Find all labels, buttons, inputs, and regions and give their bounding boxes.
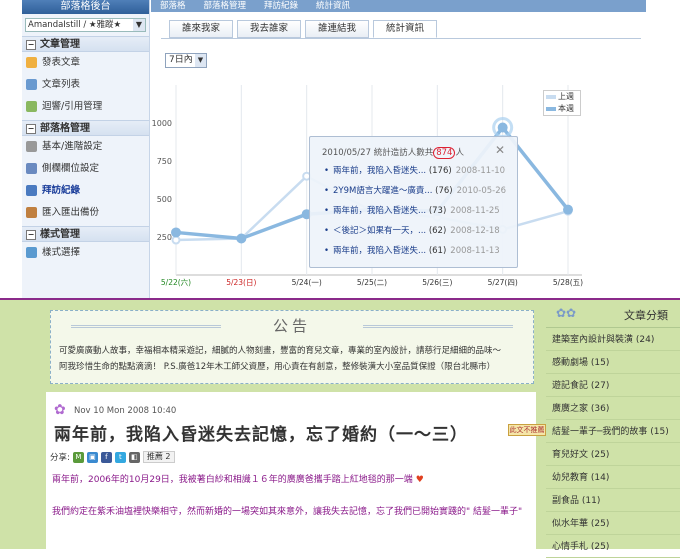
category-item[interactable]: 結髮一輩子─我們的故事 (15)	[546, 420, 680, 443]
category-item[interactable]: 遊記食記 (27)	[546, 374, 680, 397]
category-header: ✿✿ 文章分類	[546, 300, 680, 328]
legend-item: 上週	[544, 91, 580, 103]
tooltip-row[interactable]: • ＜後記＞如果有一天，... (62) 2008-12-18	[310, 221, 517, 241]
tooltip-row-date: 2008-11-13	[450, 246, 500, 256]
tooltip-row-title: 兩年前，我陷入昏迷失...	[333, 166, 427, 176]
push-button[interactable]: 推薦 2	[142, 451, 175, 463]
share-plurk-icon[interactable]: ▣	[86, 451, 98, 463]
legend-label: 本週	[558, 104, 574, 113]
bullet-icon: •	[324, 226, 330, 236]
tooltip-row-count: (76)	[432, 186, 453, 196]
share-bar: 分享: M ▣ f t ◧ 推薦 2	[50, 451, 175, 463]
data-point	[563, 204, 573, 215]
legend-label: 上週	[558, 92, 574, 101]
category-item[interactable]: 副食品 (11)	[546, 489, 680, 512]
notice-title: 公告	[51, 311, 533, 339]
bullet-icon: •	[324, 166, 330, 176]
x-tick-label: 5/22(六)	[161, 277, 191, 287]
category-item[interactable]: 幼兒教育 (14)	[546, 466, 680, 489]
x-tick-label: 5/24(一)	[292, 278, 322, 287]
tooltip-row-title: ＜後記＞如果有一天，...	[333, 226, 427, 236]
post-badge[interactable]: 此文不推薦	[508, 424, 546, 436]
x-tick-label: 5/28(五)	[553, 278, 583, 287]
y-tick-label: 1000	[152, 119, 172, 128]
heart-icon: ♥	[415, 475, 424, 485]
post-paragraph: 我們約定在紫禾油塩裡快樂相守，然而新婚的一場突如其來意外，讓我失去記憶，忘了我們…	[52, 507, 523, 517]
share-twitter-icon[interactable]: t	[114, 451, 126, 463]
y-tick-label: 250	[157, 233, 172, 242]
category-item[interactable]: 似水年華 (25)	[546, 512, 680, 535]
category-list: 建築室內設計與裝潢 (24) 感動劇場 (15) 遊記食記 (27) 廣廣之家 (36…	[546, 328, 680, 558]
data-point	[171, 227, 181, 238]
tooltip-row-date: 2008-11-10	[455, 166, 506, 176]
x-tick-label: 5/23(日)	[226, 278, 256, 287]
legend-swatch	[546, 107, 556, 111]
tooltip-row-title: 2Y9M語言大躍進～廣責...	[333, 186, 433, 196]
tooltip-row-title: 兩年前，我陷入昏迷失...	[333, 246, 427, 256]
x-tick-label: 5/27(四)	[488, 278, 518, 287]
tooltip-row-count: (176)	[426, 166, 452, 176]
tooltip-suffix: 人	[455, 148, 464, 158]
tooltip-row-date: 2008-12-18	[450, 226, 500, 236]
x-tick-label: 5/25(二)	[357, 278, 387, 287]
share-facebook-icon[interactable]: f	[100, 451, 112, 463]
tooltip-list: • 兩年前，我陷入昏迷失... (176) 2008-11-10 • 2Y9M語言大躍進…	[310, 161, 517, 261]
push-count: 2	[165, 452, 171, 461]
notice-body: 可愛廣廣動人故事，幸福相本精采遊記，細膩的人物刻畫，豐富的育兒文章，專業的室內設…	[51, 339, 533, 375]
flower-icon: ✿	[54, 402, 66, 418]
notice-box: 公告 可愛廣廣動人故事，幸福相本精采遊記，細膩的人物刻畫，豐富的育兒文章，專業的…	[50, 310, 534, 384]
tooltip-row-date: 2010-05-26	[456, 186, 507, 196]
tooltip-row[interactable]: • 兩年前，我陷入昏迷失... (73) 2008-11-25	[310, 201, 517, 221]
tooltip-row-count: (73)	[426, 206, 447, 216]
notice-line: 阿我珍惜生命的點點滴滴！ P.S.廣爸12年木工師父資歷，用心責在有創意，整修裝…	[59, 362, 496, 372]
blog-post: ✿ Nov 10 Mon 2008 10:40 兩年前，我陷入昏迷失去記憶，忘了…	[46, 392, 546, 549]
chart-tooltip: 2010/05/27 統計造訪人數共 874 人 ✕ • 兩年前，我陷入昏迷失... …	[309, 136, 518, 268]
page-left-margin	[0, 300, 46, 549]
tooltip-row-count: (61)	[426, 246, 447, 256]
data-point	[497, 122, 508, 133]
y-tick-label: 500	[157, 195, 172, 204]
data-point	[236, 233, 247, 244]
category-item[interactable]: 廣廣之家 (36)	[546, 397, 680, 420]
tooltip-count: 874	[433, 147, 456, 159]
chart-legend: 上週 本週	[543, 90, 581, 116]
tooltip-row-date: 2008-11-25	[450, 206, 500, 216]
post-title[interactable]: 兩年前，我陷入昏迷失去記憶，忘了婚約（一～三）	[54, 420, 468, 445]
legend-item: 本週	[544, 103, 580, 115]
legend-swatch	[546, 95, 556, 99]
flower-icon: ✿✿	[556, 306, 577, 320]
bullet-icon: •	[324, 206, 330, 216]
category-header-label: 文章分類	[624, 309, 668, 322]
share-m-icon[interactable]: M	[72, 451, 84, 463]
post-paragraph-text: 兩年前，2006年的10月29日，我被著白紗和相識１６年的廣廣爸攜手踏上紅地毯的…	[52, 475, 413, 485]
category-item[interactable]: 育兒好文 (25)	[546, 443, 680, 466]
x-tick-label: 5/26(三)	[422, 278, 452, 287]
push-label: 推薦	[146, 452, 163, 461]
tooltip-prefix: 2010/05/27 統計造訪人數共	[322, 148, 434, 158]
category-item[interactable]: 感動劇場 (15)	[546, 351, 680, 374]
share-delicious-icon[interactable]: ◧	[128, 451, 140, 463]
tooltip-row[interactable]: • 2Y9M語言大躍進～廣責... (76) 2010-05-26	[310, 181, 517, 201]
category-item[interactable]: 心情手札 (25)	[546, 535, 680, 558]
close-icon[interactable]: ✕	[495, 143, 505, 157]
tooltip-row-count: (62)	[426, 226, 447, 236]
share-label: 分享:	[50, 453, 70, 463]
blog-page: 公告 可愛廣廣動人故事，幸福相本精采遊記，細膩的人物刻畫，豐富的育兒文章，專業的…	[0, 300, 680, 558]
tooltip-title: 2010/05/27 統計造訪人數共 874 人	[310, 137, 517, 161]
category-item[interactable]: 建築室內設計與裝潢 (24)	[546, 328, 680, 351]
post-date: Nov 10 Mon 2008 10:40	[74, 406, 177, 416]
post-paragraph: 兩年前，2006年的10月29日，我被著白紗和相識１６年的廣廣爸攜手踏上紅地毯的…	[52, 472, 424, 485]
category-sidebar: ✿✿ 文章分類 建築室內設計與裝潢 (24) 感動劇場 (15) 遊記食記 (27) 廣…	[546, 300, 680, 558]
tooltip-row-title: 兩年前，我陷入昏迷失...	[333, 206, 427, 216]
data-point	[171, 235, 181, 245]
blog-admin-panel: 部落格後台 AmandaIstill / ★雅蹤★ ▼ − 文章管理 發表文章 文章列…	[0, 0, 680, 298]
notice-line: 可愛廣廣動人故事，幸福相本精采遊記，細膩的人物刻畫，豐富的育兒文章，專業的室內設…	[59, 346, 502, 356]
tooltip-row[interactable]: • 兩年前，我陷入昏迷失... (61) 2008-11-13	[310, 241, 517, 261]
tooltip-row[interactable]: • 兩年前，我陷入昏迷失... (176) 2008-11-10	[310, 161, 517, 181]
bullet-icon: •	[324, 186, 330, 196]
y-tick-label: 750	[157, 157, 172, 166]
bullet-icon: •	[324, 246, 330, 256]
